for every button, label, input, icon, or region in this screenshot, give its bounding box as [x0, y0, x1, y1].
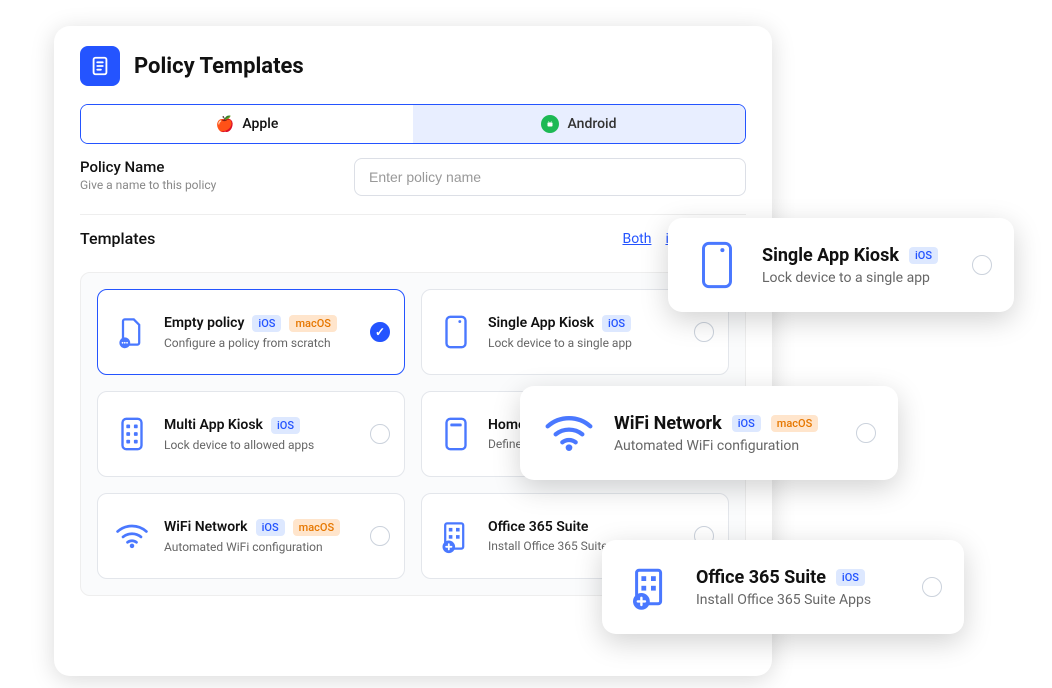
segment-android-label: Android — [567, 116, 616, 132]
float-desc: Lock device to a single app — [762, 270, 954, 286]
template-radio[interactable] — [370, 322, 390, 342]
segment-apple[interactable]: 🍎 Apple — [81, 105, 413, 143]
filter-both[interactable]: Both — [622, 231, 651, 247]
templates-header-row: Templates Both iOS macOS — [80, 214, 746, 248]
policy-name-row: Policy Name Give a name to this policy — [80, 158, 746, 196]
header: Policy Templates — [80, 46, 746, 86]
template-title: Empty policy — [164, 315, 244, 331]
android-icon — [541, 115, 559, 133]
phone-icon — [436, 312, 476, 352]
float-title: WiFi Network — [614, 413, 722, 434]
ios-badge: iOS — [271, 417, 300, 434]
float-title: Single App Kiosk — [762, 245, 899, 266]
phone-grid-icon — [112, 414, 152, 454]
segment-android[interactable]: Android — [413, 105, 745, 143]
ios-badge: iOS — [732, 415, 761, 432]
float-desc: Automated WiFi configuration — [614, 438, 838, 454]
ios-badge: iOS — [256, 519, 285, 536]
policy-name-help: Give a name to this policy — [80, 178, 330, 192]
file-icon — [112, 312, 152, 352]
float-card-office365[interactable]: Office 365 Suite iOS Install Office 365 … — [602, 540, 964, 634]
float-desc: Install Office 365 Suite Apps — [696, 592, 904, 608]
ios-badge: iOS — [602, 315, 631, 332]
template-card-multi-app-kiosk[interactable]: Multi App Kiosk iOS Lock device to allow… — [97, 391, 405, 477]
macos-badge: macOS — [289, 315, 337, 332]
page-title: Policy Templates — [134, 54, 304, 79]
policy-name-info: Policy Name Give a name to this policy — [80, 158, 330, 192]
template-card-wifi[interactable]: WiFi Network iOS macOS Automated WiFi co… — [97, 493, 405, 579]
templates-section-title: Templates — [80, 229, 155, 248]
float-card-wifi[interactable]: WiFi Network iOS macOS Automated WiFi co… — [520, 386, 898, 480]
template-title: Multi App Kiosk — [164, 417, 263, 433]
macos-badge: macOS — [293, 519, 341, 536]
template-radio[interactable] — [856, 423, 876, 443]
wifi-icon — [112, 516, 152, 556]
template-radio[interactable] — [922, 577, 942, 597]
phone-icon — [690, 238, 744, 292]
template-desc: Configure a policy from scratch — [164, 336, 358, 350]
template-radio[interactable] — [370, 424, 390, 444]
template-title: Office 365 Suite — [488, 519, 588, 535]
template-radio[interactable] — [972, 255, 992, 275]
ios-badge: iOS — [252, 315, 281, 332]
template-radio[interactable] — [694, 322, 714, 342]
template-desc: Lock device to allowed apps — [164, 438, 358, 452]
wifi-icon — [542, 406, 596, 460]
float-title: Office 365 Suite — [696, 567, 826, 588]
template-desc: Automated WiFi configuration — [164, 540, 358, 554]
building-plus-icon — [624, 560, 678, 614]
template-title: Single App Kiosk — [488, 315, 594, 331]
template-radio[interactable] — [370, 526, 390, 546]
segment-apple-label: Apple — [242, 116, 278, 132]
template-card-empty-policy[interactable]: Empty policy iOS macOS Configure a polic… — [97, 289, 405, 375]
platform-segmented-control: 🍎 Apple Android — [80, 104, 746, 144]
phone-icon — [436, 414, 476, 454]
building-plus-icon — [436, 516, 476, 556]
template-desc: Lock device to a single app — [488, 336, 682, 350]
float-card-single-app-kiosk[interactable]: Single App Kiosk iOS Lock device to a si… — [668, 218, 1014, 312]
ios-badge: iOS — [909, 247, 938, 264]
policy-name-input[interactable] — [354, 158, 746, 196]
policy-name-label: Policy Name — [80, 158, 330, 176]
macos-badge: macOS — [771, 415, 819, 432]
template-title: WiFi Network — [164, 519, 248, 535]
ios-badge: iOS — [836, 569, 865, 586]
apple-icon: 🍎 — [216, 117, 235, 132]
document-icon — [80, 46, 120, 86]
